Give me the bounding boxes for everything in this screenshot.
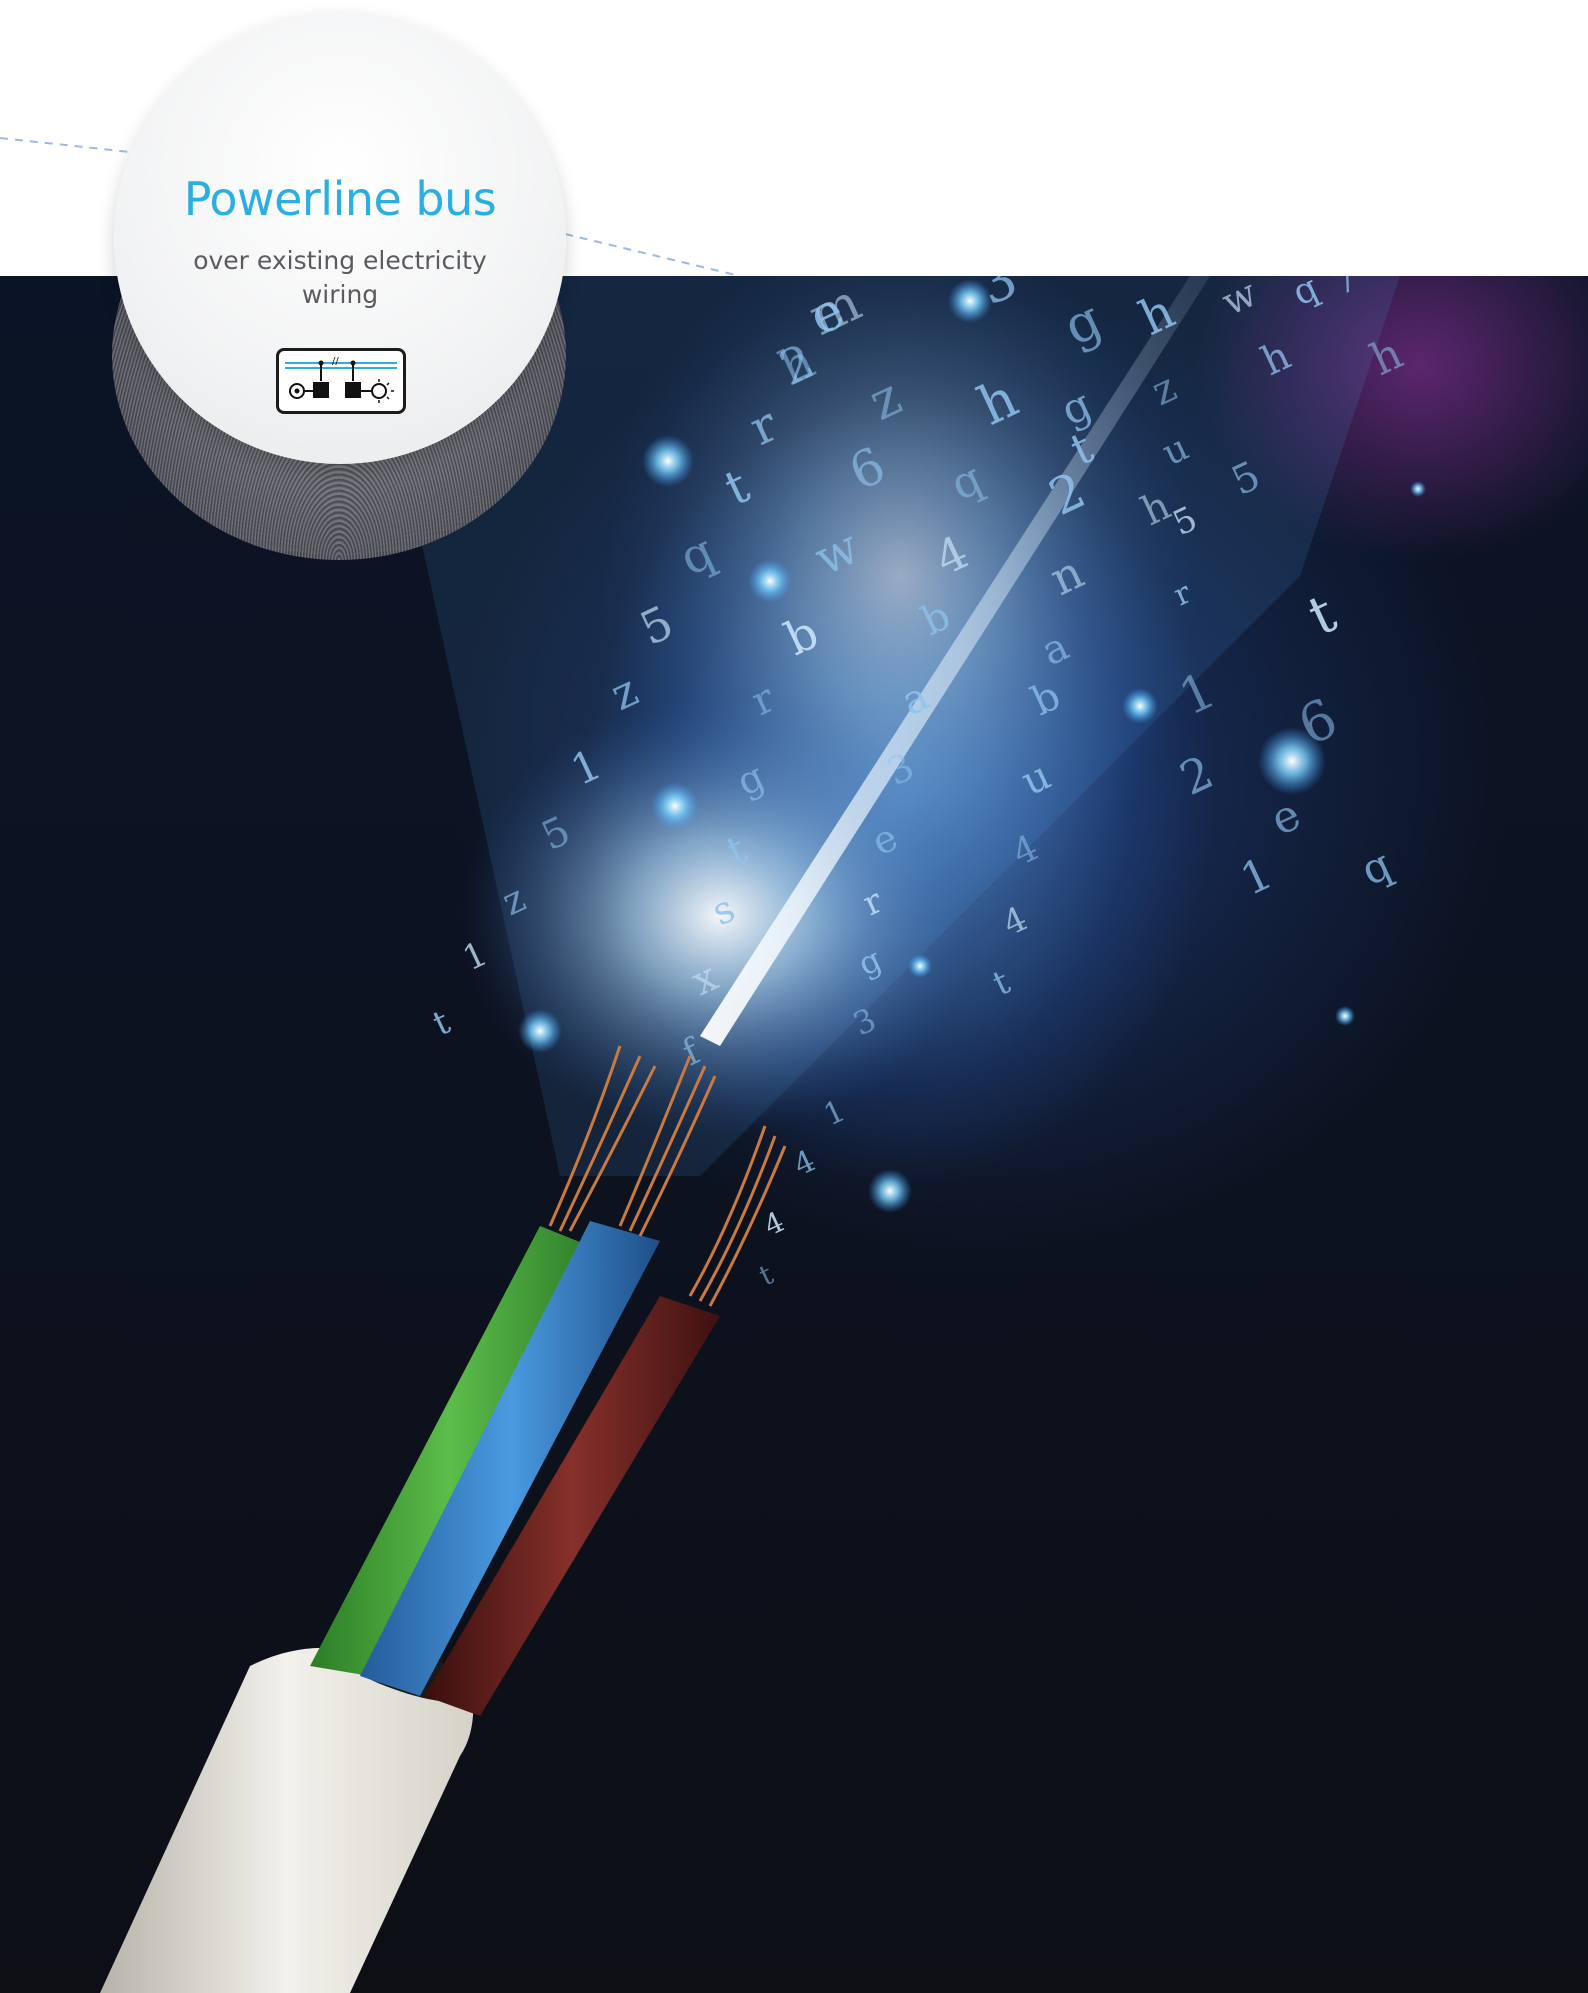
dashed-line-right: [564, 233, 741, 277]
svg-text://: //: [332, 356, 339, 367]
badge-title: Powerline bus: [183, 172, 497, 226]
bokeh-dot: [518, 1009, 562, 1053]
bokeh-dot: [748, 559, 792, 603]
floating-character: q: [1354, 839, 1399, 895]
bokeh-dot: [1122, 688, 1158, 724]
bokeh-dot: [868, 1169, 912, 1213]
cable-sheath: [100, 1647, 474, 1993]
bokeh-dot: [908, 954, 932, 978]
bokeh-dot: [1410, 481, 1426, 497]
floating-character: 1: [1233, 848, 1280, 906]
powerline-circuit-icon: //: [276, 348, 406, 414]
floating-character: e: [1263, 789, 1308, 846]
floating-character: t: [754, 1257, 779, 1292]
floating-character: 4: [789, 1143, 821, 1183]
floating-character: t: [1299, 581, 1346, 647]
floating-character: 4: [759, 1205, 789, 1242]
bokeh-dot: [651, 782, 699, 830]
page: m2rtq5z15z1tz6wbrgtsxf3hq4ba3erg3144tgg2…: [0, 0, 1588, 1993]
bokeh-dot: [642, 435, 694, 487]
dashed-line-left: [0, 137, 131, 153]
bokeh-dot: [1335, 1006, 1355, 1026]
badge-subtitle: over existing electricity wiring: [193, 246, 487, 309]
floating-character: t: [987, 962, 1017, 1004]
floating-character: 2: [1172, 745, 1221, 806]
floating-character: 4: [997, 899, 1034, 944]
floating-character: h: [1363, 328, 1410, 386]
floating-character: t: [427, 1002, 457, 1044]
